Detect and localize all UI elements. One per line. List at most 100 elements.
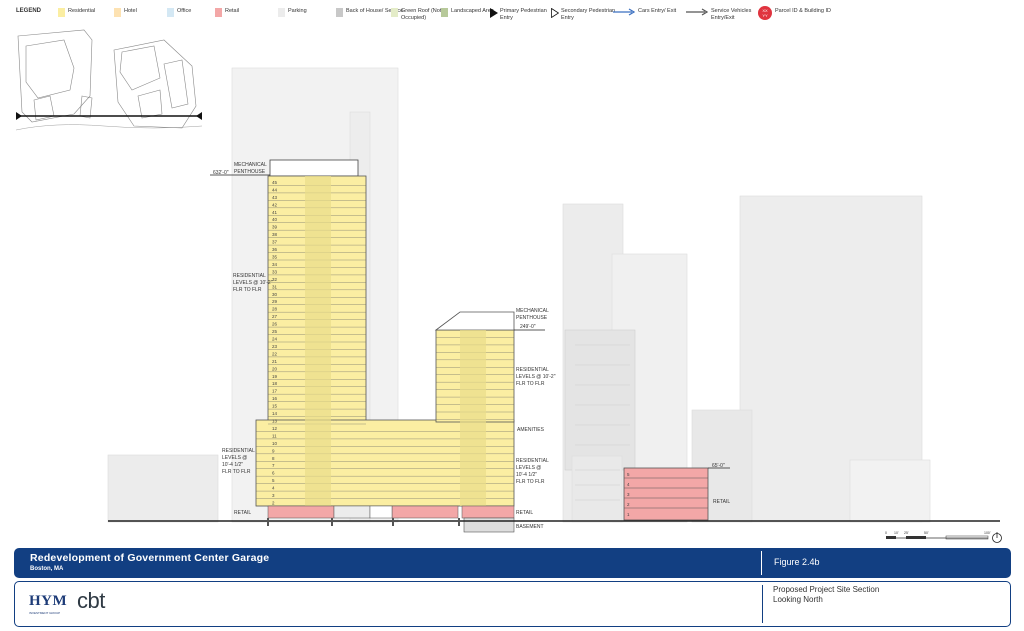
scale-bar: 0 10' 25' 50' 100': [885, 531, 1002, 543]
floor-number-label: 42: [272, 202, 278, 207]
tower-core: [305, 176, 331, 506]
svg-text:LEVELS @ 10'-2": LEVELS @ 10'-2": [233, 280, 273, 286]
scale-label: 25': [904, 531, 909, 535]
floor-number-label: 27: [272, 314, 278, 319]
legend-swatch: [58, 8, 65, 17]
svg-text:LEVELS @: LEVELS @: [222, 455, 247, 461]
legend-label: Retail: [225, 8, 240, 14]
title-divider: [761, 551, 762, 575]
floor-number-label: 23: [272, 344, 278, 349]
svg-text:10'-4 1/2": 10'-4 1/2": [222, 462, 243, 468]
svg-text:FLR TO FLR: FLR TO FLR: [516, 479, 545, 485]
floor-number-label: 29: [272, 299, 278, 304]
floor-number-label: 33: [272, 269, 278, 274]
floor-number-label: 17: [272, 389, 278, 394]
annot-tower-mech-line1: MECHANICAL: [234, 162, 267, 168]
svg-text:RESIDENTIAL: RESIDENTIAL: [516, 458, 549, 464]
midrise-core: [460, 330, 486, 506]
blue-arrow-icon: [613, 8, 635, 16]
scale-label: 100': [984, 531, 991, 535]
floor-number-label: 32: [272, 277, 278, 282]
floor-number-label: 25: [272, 329, 278, 334]
floor-number-label: 37: [272, 240, 278, 245]
annot-retail-right: RETAIL: [516, 510, 533, 516]
svg-text:FLR TO FLR: FLR TO FLR: [233, 287, 262, 293]
midrise-penthouse: [434, 311, 515, 331]
svg-text:PENTHOUSE: PENTHOUSE: [516, 315, 548, 321]
floor-number-label: 13: [272, 419, 278, 424]
scale-label: 10': [894, 531, 899, 535]
figure-number: Figure 2.4b: [774, 557, 820, 567]
floor-number-label: 44: [272, 187, 278, 192]
floor-number-label: 35: [272, 255, 278, 260]
project-title: Redevelopment of Government Center Garag…: [30, 552, 270, 564]
site-section-drawing: 45 44 43 42 41 40 39 38 37 36 35 34 33 32 31 30 29 28 27 26…: [107, 67, 1000, 533]
info-box: HYM INVESTMENT GROUP cbt Proposed Projec…: [14, 581, 1011, 627]
annot-amenities: AMENITIES: [517, 427, 545, 433]
floor-number-label: 43: [272, 195, 278, 200]
scale-label: 0: [885, 531, 887, 535]
legend-title: LEGEND: [16, 8, 42, 14]
floor-number-label: 38: [272, 232, 278, 237]
retail-right-block: [461, 505, 515, 519]
gray-arrow-icon: [686, 8, 708, 16]
basement: [463, 517, 515, 533]
garage-block: [623, 467, 709, 521]
figure-description-line2: Looking North: [773, 595, 823, 604]
floor-number-label: 11: [272, 433, 277, 438]
legend-swatch: [391, 8, 398, 17]
floor-number-label: 36: [272, 247, 278, 252]
legend-label: Parcel ID & Building ID: [775, 8, 831, 14]
floor-number-label: 12: [272, 426, 278, 431]
legend-swatch: [167, 8, 174, 17]
annot-basement: BASEMENT: [516, 524, 544, 530]
floor-number-label: 10: [272, 441, 278, 446]
svg-text:FLR TO FLR: FLR TO FLR: [516, 381, 545, 387]
scale-label: 50': [924, 531, 929, 535]
floor-number-label: 30: [272, 292, 278, 297]
floor-number-label: 15: [272, 404, 278, 409]
annot-retail-left: RETAIL: [234, 510, 251, 516]
floor-number-label: 40: [272, 217, 278, 222]
info-divider: [762, 585, 763, 623]
floor-number-label: 26: [272, 322, 278, 327]
legend-swatch: [278, 8, 285, 17]
floor-number-label: 41: [272, 210, 278, 215]
floor-number-label: 34: [272, 262, 278, 267]
annot-retail-garage: RETAIL: [713, 499, 730, 505]
legend-swatch: [336, 8, 343, 17]
project-location: Boston, MA: [30, 566, 64, 572]
floor-number-label: 14: [272, 411, 278, 416]
hym-logo: HYM: [29, 593, 68, 609]
outline-triangle-icon: [551, 8, 559, 18]
title-bar: Redevelopment of Government Center Garag…: [14, 548, 1011, 578]
svg-text:LEVELS @ 10'-2": LEVELS @ 10'-2": [516, 374, 556, 380]
floor-number-label: 31: [272, 284, 278, 289]
floor-number-label: 21: [272, 359, 278, 364]
svg-text:RESIDENTIAL: RESIDENTIAL: [233, 273, 266, 279]
annot-mid-elev: 249'-0": [520, 324, 536, 330]
filled-triangle-icon: [490, 8, 498, 18]
svg-text:LEVELS @: LEVELS @: [516, 465, 541, 471]
hym-logo-subtitle: INVESTMENT GROUP: [29, 611, 61, 615]
floor-number-label: 28: [272, 307, 278, 312]
figure-description-line1: Proposed Project Site Section: [773, 585, 880, 594]
floor-number-label: 39: [272, 225, 278, 230]
tower-penthouse: [269, 159, 359, 177]
legend-swatch: [215, 8, 222, 17]
floor-number-label: 19: [272, 374, 278, 379]
cbt-logo: cbt: [77, 588, 105, 613]
legend-swatch: [441, 8, 448, 17]
parcel-id-badge-icon: XXYY: [758, 6, 772, 20]
svg-text:YY: YY: [762, 13, 768, 18]
annot-garage-elev: 65'-0": [712, 463, 725, 469]
floor-number-label: 45: [272, 180, 278, 185]
svg-text:MECHANICAL: MECHANICAL: [516, 308, 549, 314]
floor-number-label: 16: [272, 396, 278, 401]
legend-swatch: [114, 8, 121, 17]
svg-text:10'-4 1/2": 10'-4 1/2": [516, 472, 537, 478]
svg-text:RESIDENTIAL: RESIDENTIAL: [516, 367, 549, 373]
annot-tower-mech-line2: PENTHOUSE: [234, 169, 266, 175]
retail-left-block: [267, 505, 335, 519]
floor-number-label: 22: [272, 351, 278, 356]
